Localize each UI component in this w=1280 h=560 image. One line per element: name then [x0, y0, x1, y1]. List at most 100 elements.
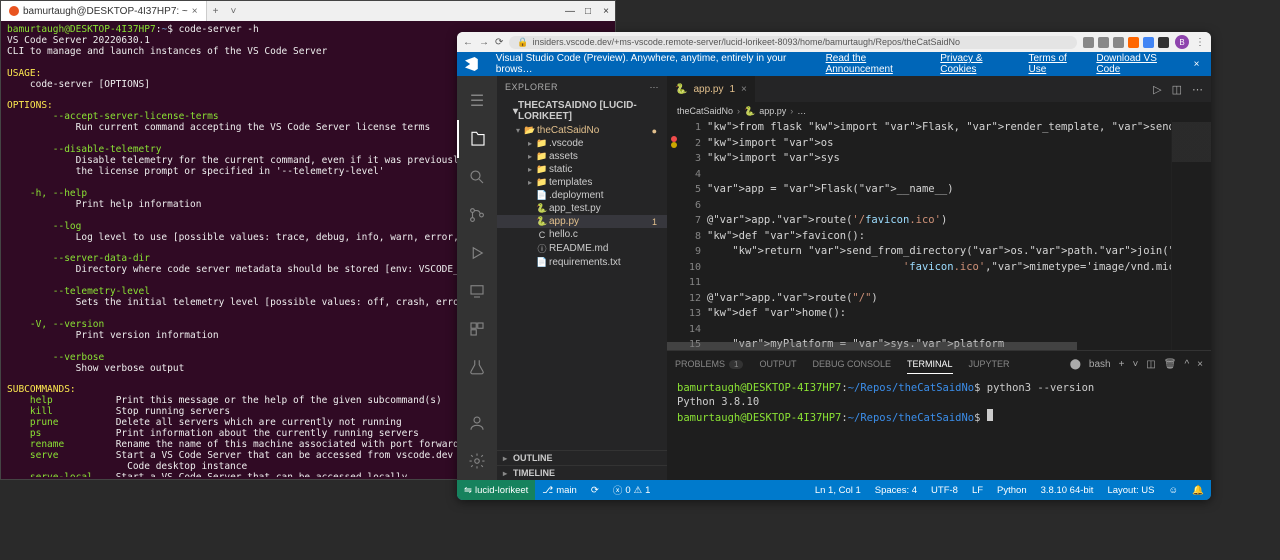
line-numbers: 1 2 3 4 5 6 7 8 9 10 11 12 13 14 15 — [681, 120, 707, 350]
terminal-dropdown-icon[interactable]: ˅ — [1132, 359, 1138, 370]
tree-item--vscode[interactable]: ▸📁.vscode — [497, 137, 667, 150]
browser-toolbar: ← → ⟳ 🔒 insiders.vscode.dev/+ms-vscode.r… — [457, 32, 1211, 52]
split-icon[interactable]: ◫ — [1172, 83, 1182, 96]
new-terminal-icon[interactable]: + — [1119, 359, 1125, 370]
tree-item-static[interactable]: ▸📁static — [497, 163, 667, 176]
close-icon[interactable]: × — [1190, 59, 1203, 70]
tree-item-app_test-py[interactable]: 🐍app_test.py — [497, 202, 667, 215]
lock-icon: 🔒 — [517, 37, 528, 48]
breadcrumb[interactable]: theCatSaidNo› 🐍app.py› … — [667, 102, 1211, 120]
remote-indicator[interactable]: ⇋lucid-lorikeet — [457, 480, 535, 500]
timeline-section[interactable]: ▸TIMELINE — [497, 465, 667, 480]
ext-icon[interactable] — [1098, 37, 1109, 48]
problems-tab[interactable]: PROBLEMS1 — [675, 355, 743, 373]
ext-icon[interactable] — [1143, 37, 1154, 48]
python-interpreter[interactable]: 3.8.10 64-bit — [1034, 485, 1101, 496]
source-control-icon[interactable] — [457, 196, 497, 234]
sync-indicator[interactable]: ⟳ — [584, 485, 606, 496]
explorer-sidebar: EXPLORER ⋯ ▾ THECATSAIDNO [LUCID-LORIKEE… — [497, 76, 667, 480]
remote-explorer-icon[interactable] — [457, 272, 497, 310]
language-mode[interactable]: Python — [990, 485, 1034, 496]
feedback-icon[interactable]: ☺ — [1161, 485, 1185, 496]
tree-item-hello-c[interactable]: Chello.c — [497, 228, 667, 241]
back-button[interactable]: ← — [463, 37, 473, 48]
close-button[interactable]: × — [597, 6, 615, 17]
minimize-button[interactable]: — — [561, 6, 579, 17]
python-icon: 🐍 — [675, 84, 687, 95]
maximize-button[interactable]: □ — [579, 6, 597, 17]
shell-name[interactable]: bash — [1089, 359, 1111, 370]
address-bar[interactable]: 🔒 insiders.vscode.dev/+ms-vscode.remote-… — [509, 36, 1077, 49]
terminal-tab[interactable]: TERMINAL — [907, 355, 953, 374]
search-icon[interactable] — [457, 158, 497, 196]
tree-item-assets[interactable]: ▸📁assets — [497, 150, 667, 163]
tree-item--deployment[interactable]: 📄.deployment — [497, 189, 667, 202]
jupyter-tab[interactable]: JUPYTER — [969, 355, 1010, 373]
ext-icon[interactable] — [1083, 37, 1094, 48]
shell-icon: ⬤ — [1070, 359, 1081, 370]
ext-icon[interactable] — [1128, 37, 1139, 48]
split-terminal-icon[interactable]: ◫ — [1146, 359, 1155, 370]
close-icon[interactable]: × — [192, 6, 198, 17]
extension-icons — [1083, 37, 1169, 48]
tree-item-theCatSaidNo[interactable]: ▾📂theCatSaidNo● — [497, 124, 667, 137]
minimap[interactable] — [1171, 120, 1211, 350]
output-tab[interactable]: OUTPUT — [759, 355, 796, 373]
profile-avatar[interactable]: B — [1175, 35, 1189, 49]
terminal-content[interactable]: bamurtaugh@DESKTOP-4I37HP7:~/Repos/theCa… — [667, 377, 1211, 480]
gear-icon[interactable] — [457, 442, 497, 480]
code-content[interactable]: "kw">from flask "kw">import "var">Flask,… — [707, 120, 1171, 350]
workspace-root[interactable]: ▾ THECATSAIDNO [LUCID-LORIKEET] — [497, 98, 667, 124]
tree-item-requirements-txt[interactable]: 📄requirements.txt — [497, 256, 667, 269]
maximize-panel-icon[interactable]: ^ — [1184, 359, 1189, 370]
eol[interactable]: LF — [965, 485, 990, 496]
tab-filename: app.py — [693, 84, 723, 95]
menu-button[interactable]: ⋮ — [1195, 37, 1205, 48]
tab-dropdown[interactable]: ˅ — [224, 6, 242, 17]
menu-icon[interactable]: ☰ — [457, 82, 497, 120]
debug-console-tab[interactable]: DEBUG CONSOLE — [812, 355, 891, 373]
more-icon[interactable]: ⋯ — [1192, 83, 1203, 96]
outline-section[interactable]: ▸OUTLINE — [497, 450, 667, 465]
explorer-icon[interactable] — [457, 120, 497, 158]
terminal-tab[interactable]: bamurtaugh@DESKTOP-4I37HP7: ~ × — [1, 1, 207, 21]
forward-button[interactable]: → — [479, 37, 489, 48]
announcement-banner: Visual Studio Code (Preview). Anywhere, … — [457, 52, 1211, 76]
horizontal-scrollbar[interactable] — [667, 342, 1077, 350]
error-gutter — [667, 120, 681, 350]
banner-link[interactable]: Download VS Code — [1096, 53, 1176, 75]
terminal-titlebar: bamurtaugh@DESKTOP-4I37HP7: ~ × + ˅ — □ … — [1, 1, 615, 21]
ext-icon[interactable] — [1113, 37, 1124, 48]
run-debug-icon[interactable] — [457, 234, 497, 272]
problems-indicator[interactable]: ⓧ 0 ⚠ 1 — [606, 483, 658, 497]
editor-tab[interactable]: 🐍 app.py 1 × — [667, 76, 755, 102]
code-editor[interactable]: 1 2 3 4 5 6 7 8 9 10 11 12 13 14 15 "kw"… — [667, 120, 1211, 350]
indentation[interactable]: Spaces: 4 — [868, 485, 924, 496]
close-icon[interactable]: × — [741, 84, 747, 95]
ext-icon[interactable] — [1158, 37, 1169, 48]
more-icon[interactable]: ⋯ — [650, 82, 660, 93]
tree-item-app-py[interactable]: 🐍app.py1 — [497, 215, 667, 228]
address-text: insiders.vscode.dev/+ms-vscode.remote-se… — [533, 37, 960, 47]
extensions-icon[interactable] — [457, 310, 497, 348]
banner-link[interactable]: Terms of Use — [1028, 53, 1082, 75]
bell-icon[interactable]: 🔔 — [1185, 485, 1211, 496]
close-panel-icon[interactable]: × — [1197, 359, 1203, 370]
editor-tab-bar: 🐍 app.py 1 × ▷ ◫ ⋯ — [667, 76, 1211, 102]
keyboard-layout[interactable]: Layout: US — [1100, 485, 1161, 496]
tree-item-templates[interactable]: ▸📁templates — [497, 176, 667, 189]
cursor-pos[interactable]: Ln 1, Col 1 — [808, 485, 868, 496]
run-icon[interactable]: ▷ — [1153, 83, 1161, 96]
testing-icon[interactable] — [457, 348, 497, 386]
banner-link[interactable]: Privacy & Cookies — [940, 53, 1014, 75]
tree-item-README-md[interactable]: ⓘREADME.md — [497, 241, 667, 256]
trash-icon[interactable]: 🗑 — [1164, 359, 1177, 370]
branch-indicator[interactable]: ⎇ main — [535, 485, 584, 496]
banner-link[interactable]: Read the Announcement — [826, 53, 927, 75]
reload-button[interactable]: ⟳ — [495, 37, 503, 48]
account-icon[interactable] — [457, 404, 497, 442]
status-bar: ⇋lucid-lorikeet ⎇ main ⟳ ⓧ 0 ⚠ 1 Ln 1, C… — [457, 480, 1211, 500]
encoding[interactable]: UTF-8 — [924, 485, 965, 496]
new-tab-button[interactable]: + — [207, 6, 225, 17]
banner-title: Visual Studio Code (Preview). Anywhere, … — [496, 53, 798, 75]
